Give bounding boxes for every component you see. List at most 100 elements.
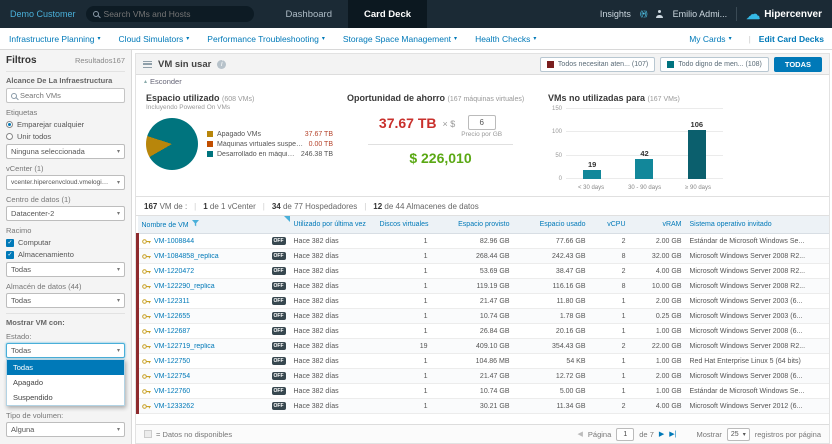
table-row[interactable]: VM-122719_replicaOFF Hace 382 días 19 40…: [138, 339, 830, 354]
menu-icon[interactable]: [143, 61, 152, 68]
vm-name-link[interactable]: VM-122655: [154, 313, 190, 320]
customer-menu[interactable]: Demo Customer: [0, 9, 86, 19]
results-count: Resultados167: [75, 56, 125, 65]
vm-name-cell: VM-1084858_replicaOFF: [138, 249, 290, 264]
labels-select[interactable]: Ninguna seleccionada ▾: [6, 144, 125, 159]
dropdown-option[interactable]: Suspendido: [7, 390, 124, 405]
prev-page-button[interactable]: ◀: [578, 430, 583, 438]
table-row[interactable]: VM-122655OFF Hace 382 días 1 10.74 GB 1.…: [138, 309, 830, 324]
dropdown-option[interactable]: Todas: [7, 360, 124, 375]
checkbox-compute[interactable]: ✓ Computar: [6, 238, 125, 247]
nav-item[interactable]: Cloud Simulators▾: [110, 34, 199, 44]
column-header[interactable]: Nombre de VM: [138, 216, 290, 234]
vm-search-input[interactable]: [20, 91, 120, 100]
checkbox-checked-icon[interactable]: ✓: [6, 251, 14, 259]
disks-cell: 1: [376, 234, 432, 249]
table-row[interactable]: VM-1233262OFF Hace 382 días 1 30.21 GB 1…: [138, 399, 830, 414]
table-row[interactable]: VM-1008844OFF Hace 382 días 1 82.96 GB 7…: [138, 234, 830, 249]
column-header[interactable]: Discos virtuales: [376, 216, 432, 234]
broadcast-icon[interactable]: ((•)): [640, 11, 647, 18]
table-row[interactable]: VM-122311OFF Hace 382 días 1 21.47 GB 11…: [138, 294, 830, 309]
nav-item[interactable]: Storage Space Management▾: [334, 34, 466, 44]
table-row[interactable]: VM-1084858_replicaOFF Hace 382 días 1 26…: [138, 249, 830, 264]
vm-name-link[interactable]: VM-122750: [154, 358, 190, 365]
tab-card-deck[interactable]: Card Deck: [348, 0, 427, 28]
cluster-select[interactable]: Todas ▾: [6, 262, 125, 277]
vm-name-cell: VM-122719_replicaOFF: [138, 339, 290, 354]
collapse-link[interactable]: ▴ Esconder: [136, 75, 829, 88]
provisioned-cell: 21.47 GB: [432, 294, 514, 309]
radio-selected-icon[interactable]: [6, 121, 13, 128]
table-row[interactable]: VM-122687OFF Hace 382 días 1 26.84 GB 20…: [138, 324, 830, 339]
info-icon[interactable]: i: [217, 60, 226, 69]
needs-attention-button[interactable]: Todos necesitan aten... (107): [540, 57, 655, 72]
guest-os-cell: Microsoft Windows Server 2008 R2...: [686, 339, 830, 354]
column-header[interactable]: vRAM: [630, 216, 686, 234]
next-page-button[interactable]: ▶: [659, 430, 664, 438]
per-page-label: registros por página: [755, 430, 821, 439]
column-header[interactable]: Espacio provisto: [432, 216, 514, 234]
last-used-cell: Hace 382 días: [290, 354, 376, 369]
column-header[interactable]: Espacio usado: [514, 216, 590, 234]
dropdown-option[interactable]: Apagado: [7, 375, 124, 390]
radio-match-all[interactable]: Unir todos: [6, 132, 125, 141]
vm-name-link[interactable]: VM-122760: [154, 388, 190, 395]
vram-cell: 2.00 GB: [630, 294, 686, 309]
price-per-gb-input[interactable]: [468, 115, 496, 130]
vm-name-link[interactable]: VM-1008844: [154, 238, 194, 245]
nav-item[interactable]: Health Checks▾: [466, 34, 545, 44]
edit-card-decks-link[interactable]: Edit Card Decks: [759, 34, 824, 44]
radio-match-any[interactable]: Emparejar cualquier: [6, 120, 125, 129]
checkbox-checked-icon[interactable]: ✓: [6, 239, 14, 247]
table-row[interactable]: VM-122750OFF Hace 382 días 1 104.86 MB 5…: [138, 354, 830, 369]
vcenter-select[interactable]: vcenter.hipercenvcloud.vmelogiclogus.com…: [6, 175, 125, 190]
table-row[interactable]: VM-1220472OFF Hace 382 días 1 53.69 GB 3…: [138, 264, 830, 279]
page-size-select[interactable]: 25 ▾: [727, 428, 750, 441]
volume-type-label: Tipo de volumen:: [6, 411, 125, 420]
na-legend: = Datos no disponibles: [156, 430, 232, 439]
datacenter-select[interactable]: Datacenter-2 ▾: [6, 206, 125, 221]
key-icon: [142, 268, 151, 275]
my-cards-menu[interactable]: My Cards ▾: [680, 34, 740, 44]
column-header[interactable]: Utilizado por última vez: [290, 216, 376, 234]
table-row[interactable]: VM-122290_replicaOFF Hace 382 días 1 119…: [138, 279, 830, 294]
divider: [736, 7, 737, 21]
table-row[interactable]: VM-122760OFF Hace 382 días 1 10.74 GB 5.…: [138, 384, 830, 399]
nav-item[interactable]: Infrastructure Planning▾: [0, 34, 110, 44]
vm-name-link[interactable]: VM-122754: [154, 373, 190, 380]
vm-name-link[interactable]: VM-1220472: [154, 268, 194, 275]
nav-item[interactable]: Performance Troubleshooting▾: [198, 34, 334, 44]
all-button[interactable]: TODAS: [774, 57, 822, 72]
vm-name-link[interactable]: VM-122719_replica: [154, 343, 215, 350]
chevron-down-icon: ▾: [186, 35, 189, 42]
insights-link[interactable]: Insights: [600, 9, 631, 19]
vm-name-link[interactable]: VM-1233262: [154, 403, 194, 410]
vm-name-link[interactable]: VM-1084858_replica: [154, 253, 219, 260]
nav-items: Infrastructure Planning▾Cloud Simulators…: [0, 28, 545, 49]
datastore-select[interactable]: Todas ▾: [6, 293, 125, 308]
user-menu[interactable]: Emilio Admi...: [673, 9, 728, 19]
filters-title: Filtros: [6, 55, 37, 66]
column-header[interactable]: vCPU: [590, 216, 630, 234]
vm-name-link[interactable]: VM-122311: [154, 298, 190, 305]
page-number-input[interactable]: [616, 428, 634, 441]
filter-icon[interactable]: [192, 222, 199, 229]
global-search-input[interactable]: [104, 9, 247, 19]
disks-cell: 1: [376, 369, 432, 384]
power-state-badge: OFF: [272, 297, 286, 305]
vram-cell: 1.00 GB: [630, 384, 686, 399]
vm-name-link[interactable]: VM-122290_replica: [154, 283, 215, 290]
radio-unselected-icon[interactable]: [6, 133, 13, 140]
column-header[interactable]: Sistema operativo invitado: [686, 216, 830, 234]
volume-type-select[interactable]: Alguna ▾: [6, 422, 125, 437]
vm-search-field[interactable]: [6, 88, 125, 103]
state-select[interactable]: Todas ▾: [6, 343, 125, 358]
worth-mention-button[interactable]: Todo digno de men... (108): [660, 57, 769, 72]
last-page-button[interactable]: ▶|: [669, 430, 676, 438]
global-search[interactable]: [86, 6, 254, 22]
table-row[interactable]: VM-122754OFF Hace 382 días 1 21.47 GB 12…: [138, 369, 830, 384]
checkbox-storage[interactable]: ✓ Almacenamiento: [6, 250, 125, 259]
vm-name-link[interactable]: VM-122687: [154, 328, 190, 335]
tab-dashboard[interactable]: Dashboard: [270, 0, 348, 28]
disks-cell: 1: [376, 324, 432, 339]
